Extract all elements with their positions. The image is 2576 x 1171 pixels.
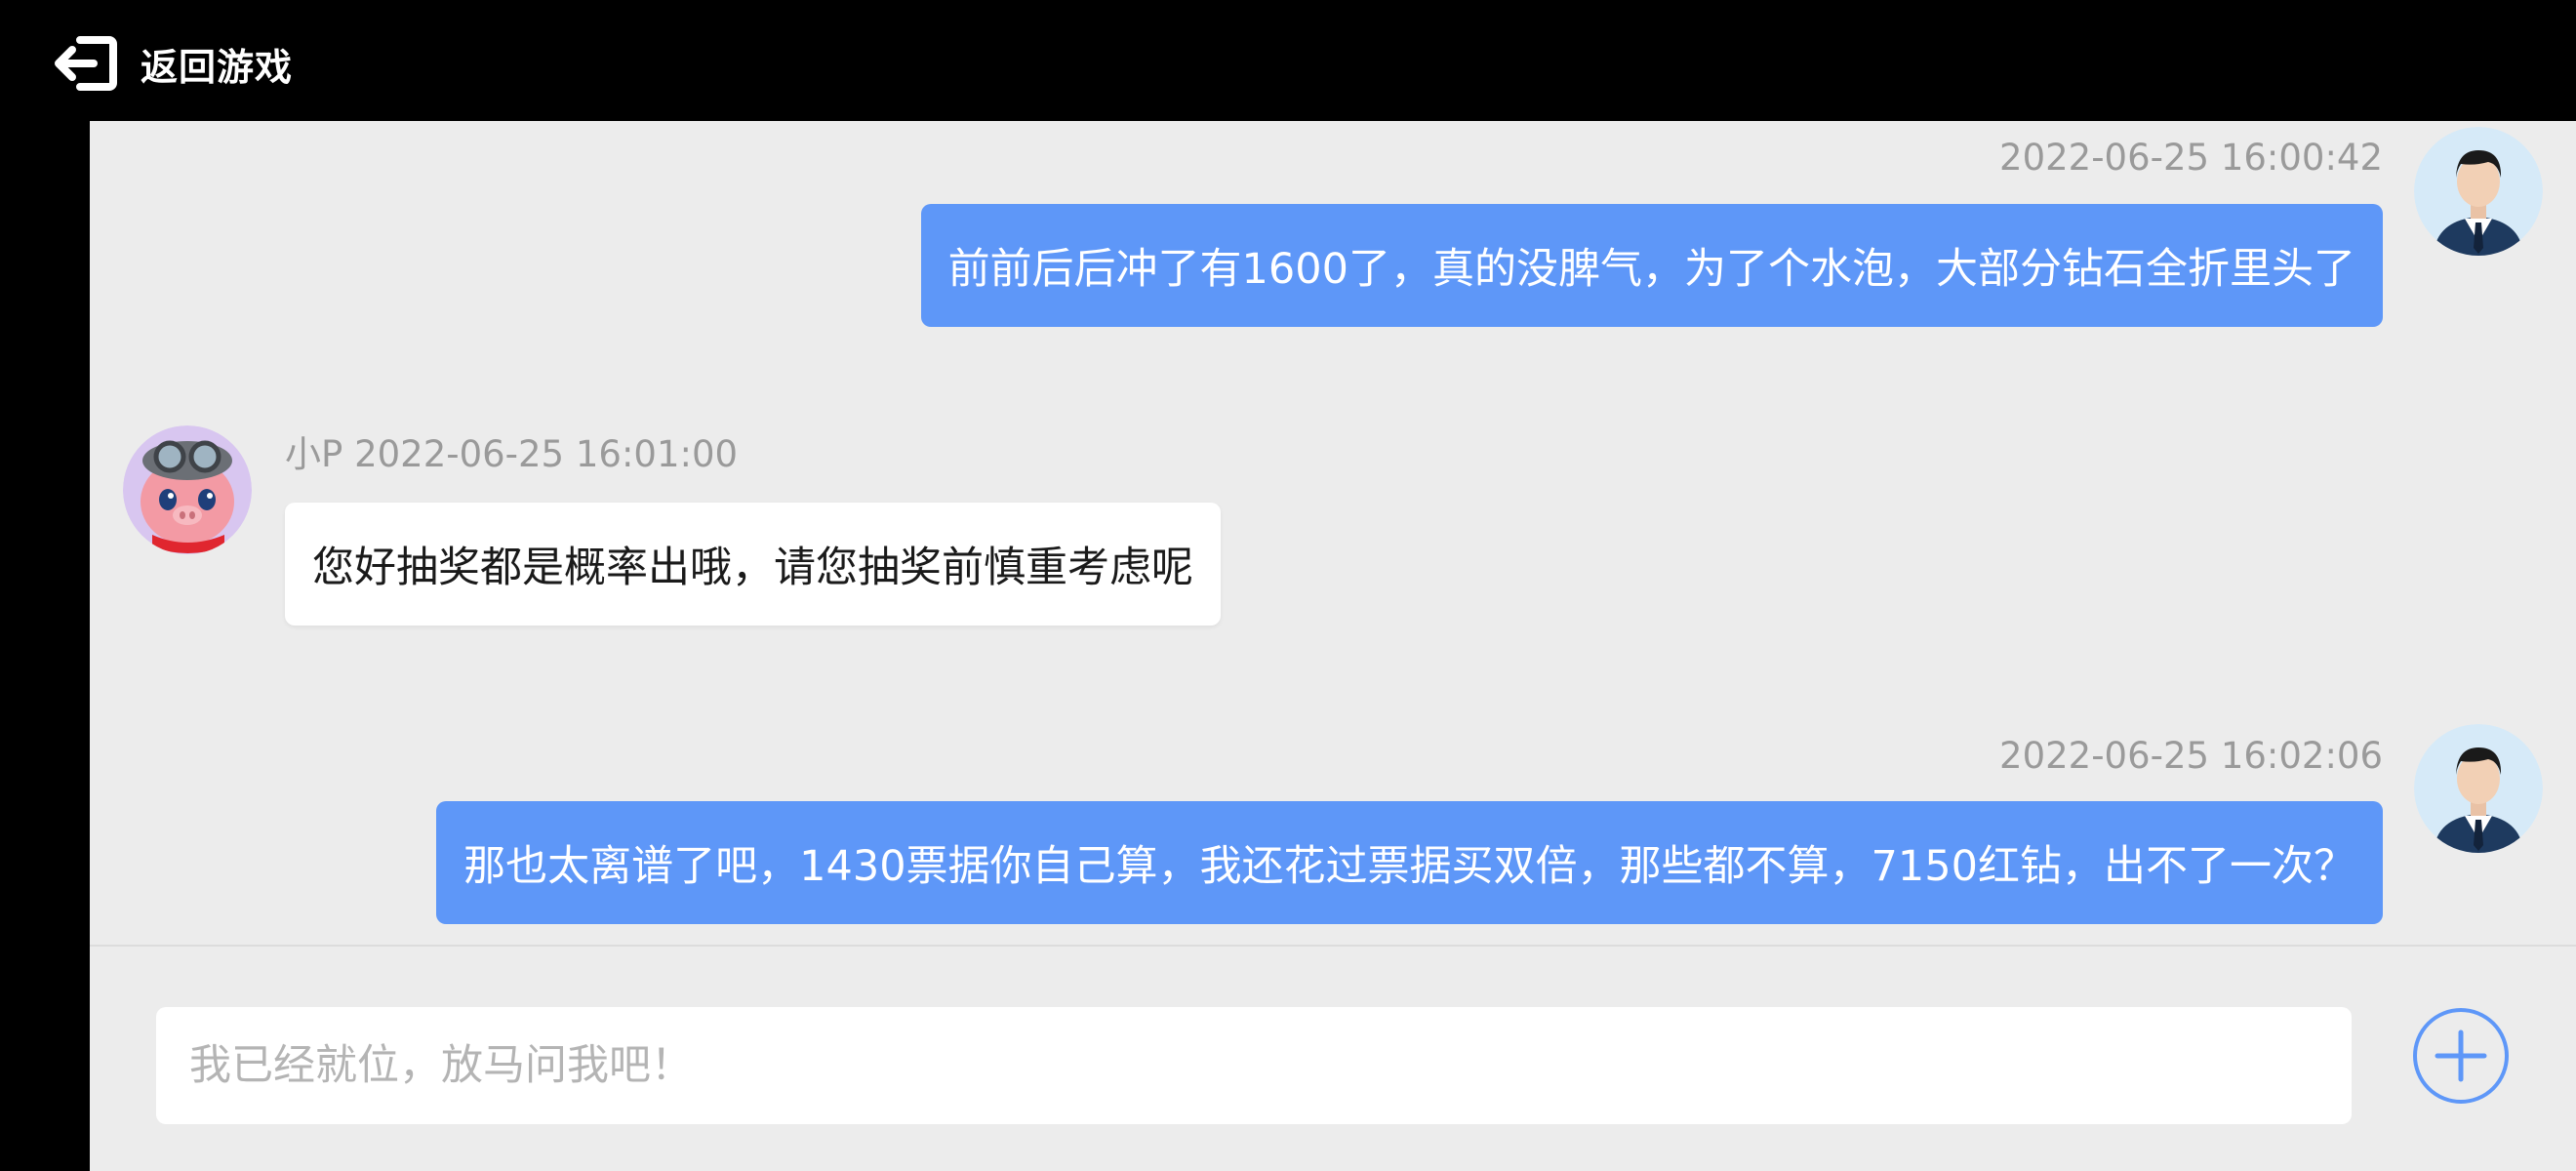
- plus-circle-icon: [2412, 1008, 2510, 1109]
- message-timestamp: 2022-06-25 16:00:42: [1999, 137, 2383, 179]
- top-bar: 返回游戏: [0, 0, 2576, 121]
- chat-message-list[interactable]: 2022-06-25 16:00:42 前前后后冲了有1600了，真的没脾气，为…: [90, 121, 2576, 946]
- exit-arrow-icon: [55, 36, 117, 91]
- message-input-area: [90, 947, 2576, 1171]
- user-avatar[interactable]: [2414, 724, 2543, 853]
- bot-avatar[interactable]: [123, 425, 252, 554]
- back-label: 返回游戏: [141, 45, 294, 89]
- bot-message-bubble[interactable]: 您好抽奖都是概率出哦，请您抽奖前慎重考虑呢: [285, 503, 1221, 626]
- user-message-bubble[interactable]: 前前后后冲了有1600了，真的没脾气，为了个水泡，大部分钻石全折里头了: [920, 204, 2383, 327]
- user-avatar[interactable]: [2414, 127, 2543, 256]
- message-timestamp: 2022-06-25 16:02:06: [1999, 735, 2383, 777]
- back-to-game-button[interactable]: 返回游戏: [55, 29, 293, 98]
- left-black-strip: [0, 121, 90, 1171]
- more-options-button[interactable]: [2412, 1007, 2510, 1105]
- message-input[interactable]: [156, 1007, 2352, 1124]
- bot-name-and-timestamp: 小P 2022-06-25 16:01:00: [285, 433, 739, 475]
- user-message-bubble[interactable]: 那也太离谱了吧，1430票据你自己算，我还花过票据买双倍，那些都不算，7150红…: [436, 801, 2383, 924]
